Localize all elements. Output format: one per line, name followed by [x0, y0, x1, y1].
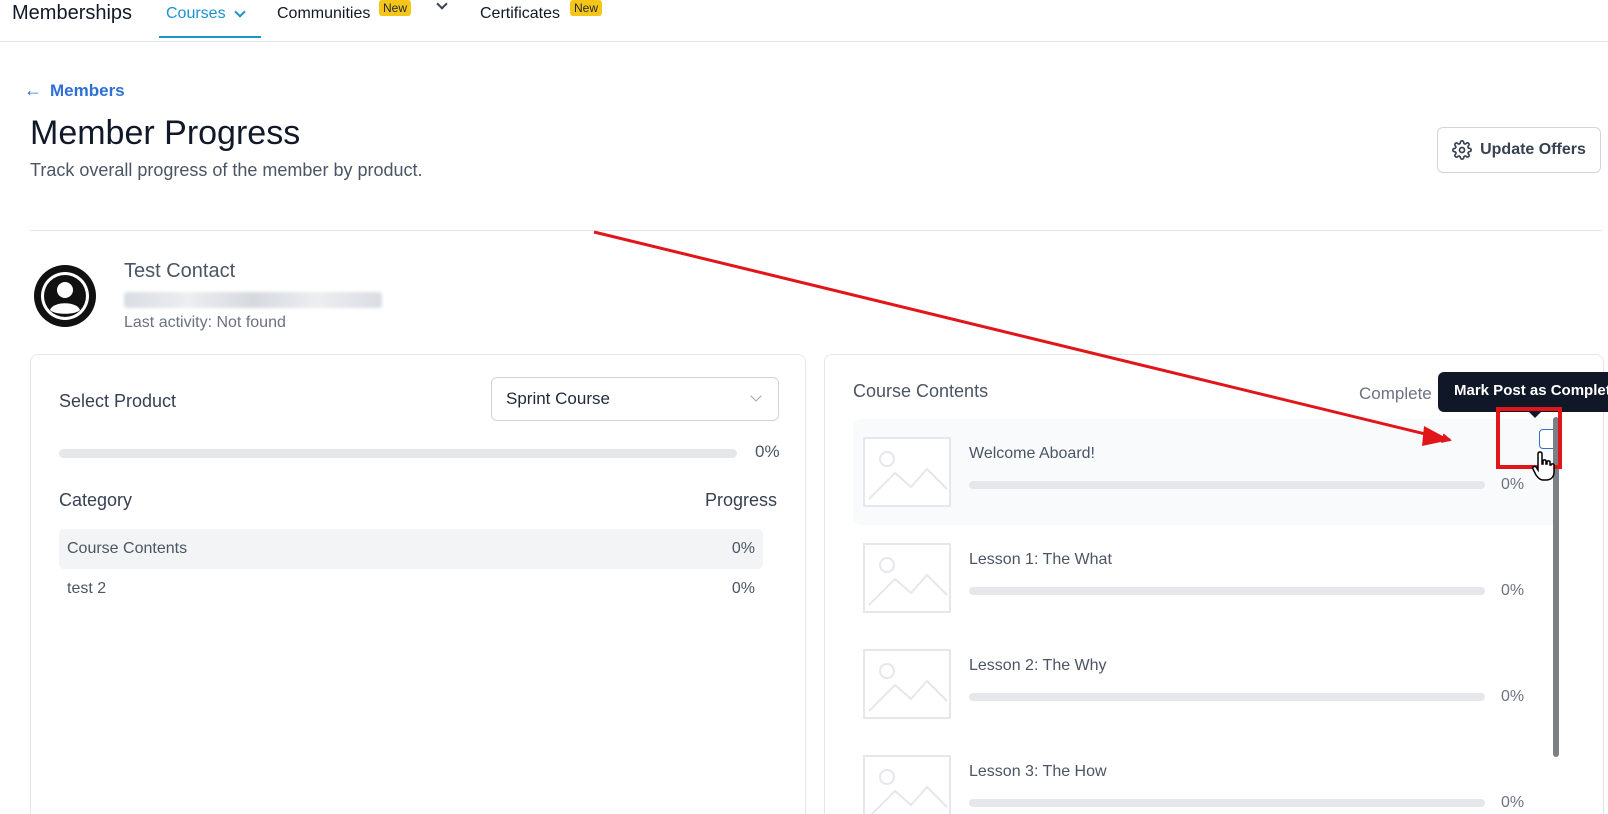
- lesson-progress-value: 0%: [1501, 688, 1525, 705]
- tooltip: Mark Post as Complete: [1438, 372, 1608, 412]
- progress-column-header: Progress: [704, 490, 777, 510]
- lesson-progress-bar: [969, 799, 1485, 807]
- new-badge: New: [570, 0, 603, 16]
- category-row[interactable]: test 2 0%: [59, 569, 763, 609]
- category-name: Course Contents: [67, 540, 188, 557]
- lesson-progress-value: 0%: [1501, 794, 1525, 811]
- communities-dropdown-toggle[interactable]: [436, 0, 448, 10]
- arrow-left-icon: ←: [24, 80, 42, 100]
- course-contents-panel: Course Contents Complete Welcome Aboard!…: [824, 354, 1604, 814]
- hand-cursor-icon: [1532, 451, 1555, 481]
- image-placeholder-icon: [863, 543, 951, 613]
- image-placeholder-icon: [863, 649, 951, 719]
- select-product-label: Select Product: [59, 391, 177, 411]
- last-activity: Last activity: Not found: [124, 314, 286, 331]
- update-offers-button[interactable]: Update Offers: [1437, 127, 1601, 173]
- category-progress: 0%: [731, 540, 755, 557]
- product-progress-panel: Select Product Sprint Course 0% Category…: [30, 354, 806, 814]
- avatar: [34, 265, 96, 327]
- gear-icon: [1452, 140, 1473, 160]
- lesson-progress-bar: [969, 587, 1485, 595]
- product-select-value: Sprint Course: [506, 389, 610, 408]
- lesson-title: Lesson 3: The How: [969, 763, 1107, 780]
- chevron-down-icon: [436, 0, 448, 10]
- nav-tab-certificates-label: Certificates: [480, 5, 561, 22]
- page-title: Member Progress: [30, 114, 301, 152]
- nav-tab-communities[interactable]: Communities: [277, 5, 370, 23]
- lesson-item[interactable]: Welcome Aboard! 0%: [853, 419, 1559, 525]
- nav-tab-courses[interactable]: Courses: [166, 5, 246, 23]
- course-contents-title: Course Contents: [853, 381, 989, 401]
- user-icon: [41, 272, 89, 320]
- chevron-down-icon: [233, 5, 246, 18]
- overall-progress-value: 0%: [755, 442, 780, 461]
- category-progress: 0%: [731, 580, 755, 597]
- page-subtitle: Track overall progress of the member by …: [30, 160, 423, 180]
- header-divider: [30, 230, 1602, 231]
- contact-name: Test Contact: [124, 260, 236, 282]
- image-placeholder-icon: [863, 437, 951, 507]
- product-select[interactable]: Sprint Course: [491, 377, 779, 421]
- nav-tab-courses-label: Courses: [166, 5, 226, 22]
- new-badge: New: [379, 0, 412, 16]
- category-name: test 2: [67, 580, 107, 597]
- lesson-title: Lesson 1: The What: [969, 551, 1112, 568]
- update-offers-label: Update Offers: [1480, 141, 1586, 158]
- brand-title: Memberships: [12, 2, 133, 24]
- image-placeholder-icon: [863, 755, 951, 814]
- overall-progress-bar: [59, 449, 737, 458]
- lesson-progress-bar: [969, 481, 1485, 489]
- back-link-label: Members: [50, 80, 125, 100]
- lesson-item[interactable]: Lesson 1: The What 0%: [853, 525, 1559, 631]
- lesson-progress-bar: [969, 693, 1485, 701]
- lesson-progress-value: 0%: [1501, 582, 1525, 599]
- lesson-item[interactable]: Lesson 3: The How 0%: [853, 737, 1559, 814]
- category-row[interactable]: Course Contents 0%: [59, 529, 763, 569]
- nav-tab-communities-label: Communities: [277, 5, 371, 22]
- top-nav: Memberships Courses Communities New Cert…: [0, 0, 1608, 42]
- nav-tab-certificates[interactable]: Certificates: [480, 5, 560, 23]
- lesson-title: Welcome Aboard!: [969, 445, 1095, 462]
- lesson-item[interactable]: Lesson 2: The Why 0%: [853, 631, 1559, 737]
- complete-column-header: Complete: [1359, 384, 1432, 403]
- lesson-title: Lesson 2: The Why: [969, 657, 1107, 674]
- chevron-down-icon: [750, 390, 762, 402]
- category-column-header: Category: [59, 490, 133, 510]
- active-tab-indicator: [159, 36, 261, 38]
- contact-email-redacted: [124, 292, 382, 308]
- back-to-members-link[interactable]: ← Members: [24, 80, 125, 101]
- lesson-progress-value: 0%: [1501, 476, 1525, 493]
